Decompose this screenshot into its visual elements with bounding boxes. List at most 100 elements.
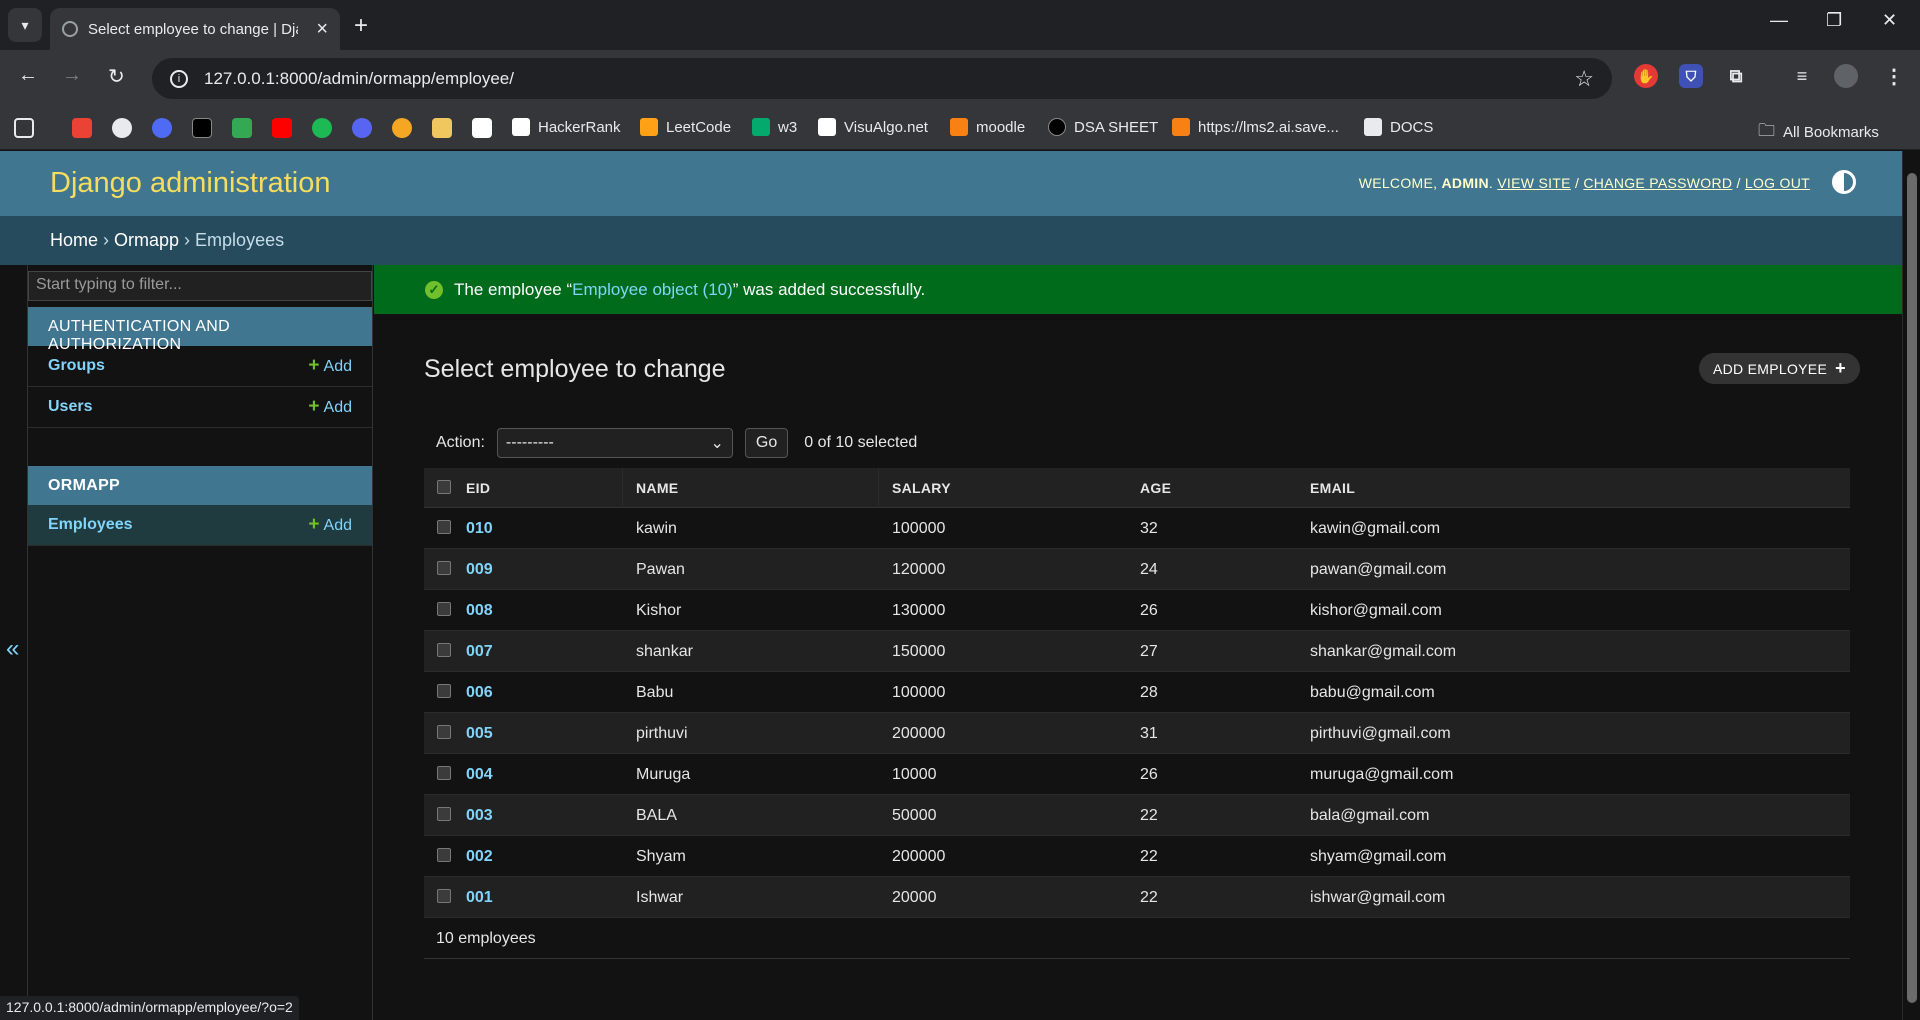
- action-select[interactable]: --------- ⌄: [496, 428, 733, 458]
- row-checkbox[interactable]: [437, 643, 451, 657]
- eid-link[interactable]: 010: [466, 520, 493, 538]
- new-tab-button[interactable]: +: [354, 12, 368, 40]
- back-button[interactable]: ←: [18, 64, 38, 87]
- profile-avatar[interactable]: [1834, 64, 1858, 88]
- nav-filter-input[interactable]: Start typing to filter...: [28, 271, 372, 301]
- notion-icon[interactable]: [472, 118, 492, 138]
- bookmark-star-icon[interactable]: ☆: [1574, 66, 1594, 92]
- employees-add-link[interactable]: + Add: [308, 514, 352, 536]
- site-info-icon[interactable]: i: [170, 69, 188, 88]
- eid-link[interactable]: 003: [466, 807, 493, 825]
- cell-salary: 100000: [892, 684, 946, 701]
- minimize-window-button[interactable]: —: [1770, 10, 1788, 31]
- bookmark-app-icon[interactable]: [392, 118, 412, 138]
- browser-menu-icon[interactable]: ⋮: [1882, 64, 1906, 88]
- bookmark-w3[interactable]: w3: [752, 118, 797, 136]
- extensions-puzzle-icon[interactable]: ⧉: [1724, 64, 1748, 88]
- cell-email: bala@gmail.com: [1310, 807, 1430, 824]
- google-meet-icon[interactable]: [232, 118, 252, 138]
- bookmark-app-icon[interactable]: [152, 118, 172, 138]
- reload-button[interactable]: ↻: [108, 64, 125, 89]
- close-window-button[interactable]: ✕: [1882, 10, 1897, 31]
- cell-age: 26: [1140, 602, 1158, 619]
- table-row: 007 shankar 150000 27 shankar@gmail.com: [424, 631, 1850, 672]
- page-scrollbar[interactable]: [1902, 151, 1920, 1020]
- row-checkbox[interactable]: [437, 807, 451, 821]
- restore-window-button[interactable]: ❐: [1826, 10, 1842, 31]
- row-checkbox[interactable]: [437, 725, 451, 739]
- add-employee-button[interactable]: ADD EMPLOYEE +: [1699, 353, 1860, 384]
- bookmark-moodle[interactable]: moodle: [950, 118, 1025, 136]
- sidebar-item-employees: Employees + Add: [28, 505, 372, 546]
- discord-icon[interactable]: [352, 118, 372, 138]
- sidebar-toggle[interactable]: «: [0, 265, 28, 1020]
- bookmark-app-icon[interactable]: [432, 118, 452, 138]
- module-caption-auth[interactable]: AUTHENTICATION AND AUTHORIZATION: [28, 307, 372, 353]
- breadcrumb-app[interactable]: Ormapp: [114, 230, 179, 250]
- cell-salary: 100000: [892, 520, 946, 537]
- youtube-icon[interactable]: [272, 118, 292, 138]
- tab-search-button[interactable]: ▾: [8, 8, 42, 42]
- apps-grid-icon[interactable]: [14, 118, 34, 138]
- added-object-link[interactable]: Employee object (10): [572, 280, 733, 299]
- spotify-icon[interactable]: [312, 118, 332, 138]
- groups-add-link[interactable]: + Add: [308, 355, 352, 377]
- eid-link[interactable]: 008: [466, 602, 493, 620]
- row-checkbox[interactable]: [437, 602, 451, 616]
- media-queue-icon[interactable]: ≡: [1790, 64, 1814, 88]
- breadcrumb-home[interactable]: Home: [50, 230, 98, 250]
- extension-stop-icon[interactable]: ✋: [1634, 64, 1658, 88]
- gmail-icon[interactable]: [72, 118, 92, 138]
- close-tab-icon[interactable]: ×: [316, 18, 328, 41]
- cell-name: Pawan: [636, 561, 685, 578]
- column-header-email[interactable]: EMAIL: [1310, 480, 1355, 496]
- extension-shield-icon[interactable]: ⛉: [1679, 64, 1703, 88]
- select-all-checkbox[interactable]: [437, 480, 451, 494]
- row-checkbox[interactable]: [437, 684, 451, 698]
- column-header-eid[interactable]: EID: [466, 480, 490, 496]
- site-branding[interactable]: Django administration: [50, 167, 330, 200]
- row-checkbox[interactable]: [437, 520, 451, 534]
- bookmark-lms[interactable]: https://lms2.ai.save...: [1172, 118, 1339, 136]
- address-bar[interactable]: i 127.0.0.1:8000/admin/ormapp/employee/ …: [152, 58, 1612, 99]
- chatgpt-icon[interactable]: [112, 118, 132, 138]
- row-checkbox[interactable]: [437, 848, 451, 862]
- all-bookmarks-folder[interactable]: 🗀 All Bookmarks: [1758, 118, 1879, 147]
- column-header-name[interactable]: NAME: [636, 480, 678, 496]
- eid-link[interactable]: 005: [466, 725, 493, 743]
- eid-link[interactable]: 007: [466, 643, 493, 661]
- theme-toggle-icon[interactable]: [1832, 170, 1856, 194]
- row-checkbox[interactable]: [437, 766, 451, 780]
- users-add-link[interactable]: + Add: [308, 396, 352, 418]
- log-out-link[interactable]: LOG OUT: [1745, 175, 1810, 191]
- row-checkbox[interactable]: [437, 561, 451, 575]
- browser-tab-active[interactable]: Select employee to change | Dja ×: [50, 8, 340, 50]
- change-password-link[interactable]: CHANGE PASSWORD: [1583, 175, 1732, 191]
- column-header-salary[interactable]: SALARY: [892, 480, 951, 496]
- cell-email: kawin@gmail.com: [1310, 520, 1441, 537]
- eid-link[interactable]: 009: [466, 561, 493, 579]
- x-twitter-icon[interactable]: [192, 118, 212, 138]
- bookmark-docs[interactable]: DOCS: [1364, 118, 1433, 136]
- bookmark-visualgo[interactable]: VisuAlgo.net: [818, 118, 928, 136]
- users-link[interactable]: Users: [48, 398, 92, 416]
- groups-link[interactable]: Groups: [48, 357, 105, 375]
- bookmark-hackerrank[interactable]: HackerRank: [512, 118, 621, 136]
- employees-link[interactable]: Employees: [48, 516, 132, 534]
- bookmark-leetcode[interactable]: LeetCode: [640, 118, 731, 136]
- eid-link[interactable]: 006: [466, 684, 493, 702]
- row-checkbox[interactable]: [437, 889, 451, 903]
- eid-link[interactable]: 001: [466, 889, 493, 907]
- module-caption-ormapp[interactable]: ORMAPP: [28, 466, 372, 505]
- view-site-link[interactable]: VIEW SITE: [1497, 175, 1571, 191]
- eid-link[interactable]: 002: [466, 848, 493, 866]
- bookmark-dsa-sheet[interactable]: DSA SHEET: [1048, 118, 1158, 136]
- chevron-down-icon: ⌄: [710, 435, 724, 452]
- table-header: EID NAME SALARY AGE EMAIL: [424, 468, 1850, 508]
- go-button[interactable]: Go: [744, 428, 789, 458]
- plus-icon: +: [1835, 358, 1846, 378]
- forward-button[interactable]: →: [62, 64, 82, 87]
- column-header-age[interactable]: AGE: [1140, 480, 1171, 496]
- scrollbar-thumb[interactable]: [1907, 173, 1917, 1003]
- eid-link[interactable]: 004: [466, 766, 493, 784]
